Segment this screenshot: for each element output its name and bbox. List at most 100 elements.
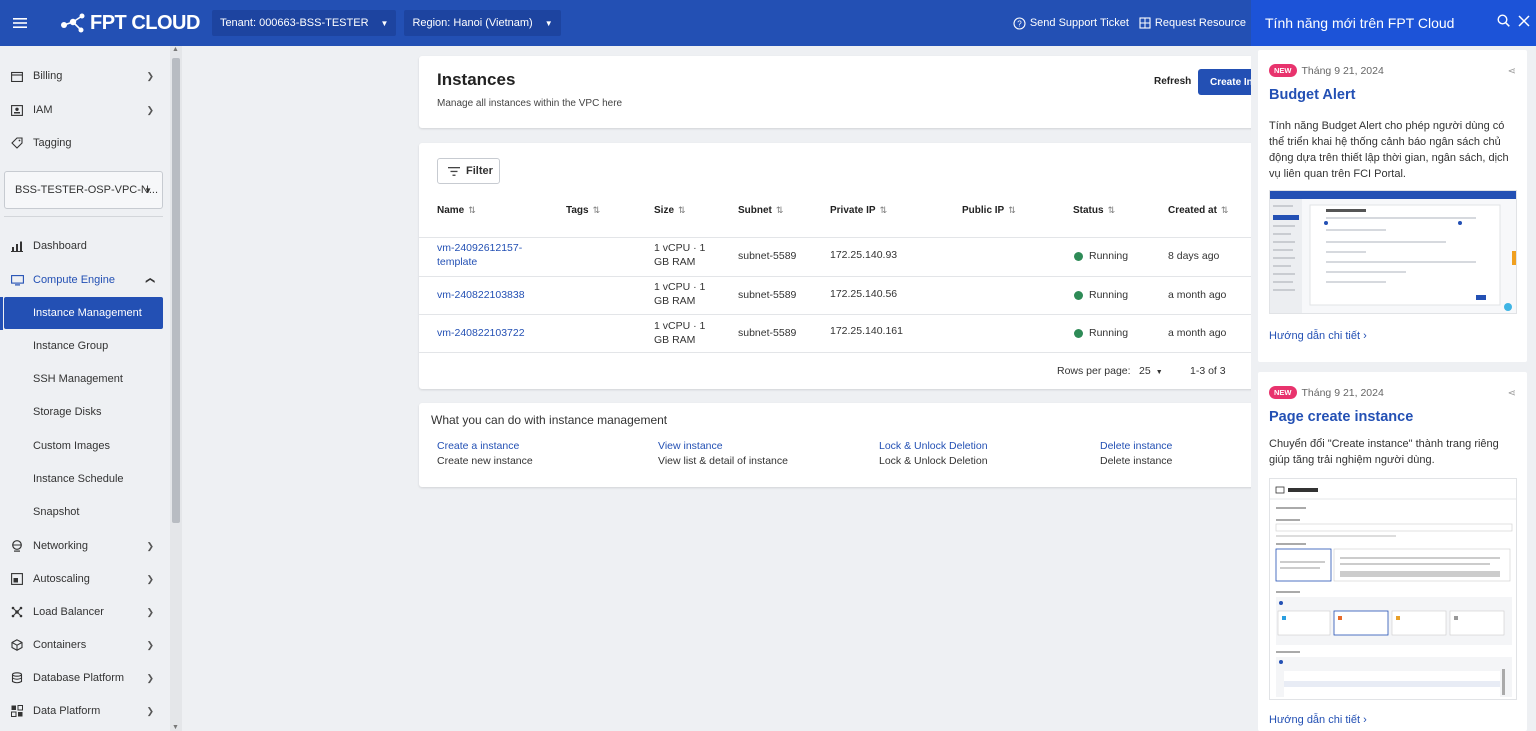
sidebar-item-autoscaling[interactable]: Autoscaling ❯ [0,566,168,592]
sidebar-item-load-balancer[interactable]: Load Balancer ❯ [0,599,168,625]
instance-name-link[interactable]: vm-24092612157- template [437,241,522,269]
caret-down-icon: ▼ [544,18,553,28]
chevron-down-icon: ❯ [146,705,154,716]
sidebar-item-containers[interactable]: Containers ❯ [0,632,168,658]
support-ticket-button[interactable]: ? Send Support Ticket [1013,16,1129,30]
size-line: 1 vCPU · 1 [654,320,706,332]
caret-down-icon: ▼ [144,185,152,195]
subnet-cell: subnet-5589 [738,327,797,339]
load-balancer-icon [10,605,24,619]
monitor-icon [10,273,24,287]
column-header-status[interactable]: Status ⇅ [1073,205,1115,216]
chevron-down-icon: ❯ [146,70,154,81]
sidebar-item-label: Instance Group [33,340,109,352]
delete-instance-link[interactable]: Delete instance [1100,440,1172,452]
column-header-size[interactable]: Size ⇅ [654,205,686,216]
action-description: Create new instance [437,455,533,467]
sidebar-divider [4,216,163,217]
sort-icon: ⇅ [879,205,888,215]
status-label: Running [1089,289,1129,301]
scroll-up-icon[interactable]: ▲ [172,46,179,53]
chevron-down-icon: ❯ [146,606,154,617]
region-select[interactable]: Region: Hanoi (Vietnam) ▼ [404,10,561,36]
sidebar-item-label: Networking [33,540,89,552]
column-header-name[interactable]: Name ⇅ [437,205,476,216]
sidebar-item-label: Data Platform [33,705,101,717]
whats-new-panel: Tính năng mới trên FPT Cloud NEW Tháng 9 … [1251,0,1536,731]
status-dot-icon [1074,251,1083,261]
news-meta: NEW Tháng 9 21, 2024 [1269,386,1384,399]
search-icon[interactable] [1497,14,1510,30]
scroll-down-icon[interactable]: ▼ [172,724,179,731]
column-header-public-ip[interactable]: Public IP ⇅ [962,205,1016,216]
sidebar-item-tagging[interactable]: Tagging [0,130,168,156]
sidebar-item-label: Billing [33,70,63,82]
private-ip-cell: 172.25.140.93 [830,249,898,261]
sidebar-item-instance-schedule[interactable]: Instance Schedule [4,463,163,495]
sort-icon: ⇅ [468,205,476,215]
panel-header-icons [1489,14,1530,30]
chevron-down-icon: ❯ [146,540,154,551]
create-instance-link[interactable]: Create a instance [437,440,519,452]
size-line: 1 vCPU · 1 [654,281,706,293]
project-label: BSS-TESTER-OSP-VPC-N... [15,184,159,196]
share-icon[interactable]: ⋖ [1508,388,1516,399]
created-cell: 8 days ago [1168,250,1220,262]
detail-guide-link[interactable]: Hướng dẫn chi tiết › [1269,330,1367,342]
news-screenshot-thumbnail[interactable] [1269,478,1517,700]
sidebar-scrollbar[interactable]: ▲ ▼ [170,46,182,731]
svg-text:?: ? [1017,19,1022,28]
sidebar-item-database-platform[interactable]: Database Platform ❯ [0,665,168,691]
sidebar-item-instance-group[interactable]: Instance Group [4,330,163,362]
news-date: Tháng 9 21, 2024 [1301,64,1384,77]
row-divider [419,352,1259,353]
sidebar-item-iam[interactable]: IAM ❯ [0,97,168,123]
pagination-range: 1-3 of 3 [1190,365,1226,377]
menu-icon[interactable] [0,0,40,46]
sort-icon: ⇅ [1008,205,1016,215]
sidebar-item-dashboard[interactable]: Dashboard [0,233,168,259]
refresh-button[interactable]: Refresh [1154,76,1191,87]
view-instance-link[interactable]: View instance [658,440,723,452]
project-select[interactable]: BSS-TESTER-OSP-VPC-N... ▼ [4,171,163,209]
sidebar-item-billing[interactable]: Billing ❯ [0,63,168,89]
sidebar-item-snapshot[interactable]: Snapshot [4,496,163,528]
news-title[interactable]: Budget Alert [1269,87,1355,103]
sidebar-item-ssh-management[interactable]: SSH Management [4,363,163,395]
sort-icon: ⇅ [775,205,784,215]
column-header-created-at[interactable]: Created at ⇅ [1168,205,1228,216]
chevron-down-icon: ❯ [146,672,154,683]
subnet-cell: subnet-5589 [738,250,797,262]
sidebar-item-label: Compute Engine [33,274,115,286]
rows-per-page-select[interactable]: 25 ▼ [1139,365,1163,377]
column-header-subnet[interactable]: Subnet ⇅ [738,205,783,216]
instance-name-link[interactable]: vm-240822103722 [437,326,525,340]
sidebar-item-data-platform[interactable]: Data Platform ❯ [0,698,168,724]
sidebar-item-custom-images[interactable]: Custom Images [4,430,163,462]
column-header-tags[interactable]: Tags ⇅ [566,205,600,216]
detail-guide-link[interactable]: Hướng dẫn chi tiết › [1269,714,1367,726]
news-date: Tháng 9 21, 2024 [1301,386,1384,399]
billing-icon [10,69,24,83]
lock-unlock-link[interactable]: Lock & Unlock Deletion [879,440,988,452]
fpt-logo-icon [61,13,85,33]
sidebar-item-storage-disks[interactable]: Storage Disks [4,396,163,428]
sidebar-item-networking[interactable]: Networking ❯ [0,533,168,559]
news-title[interactable]: Page create instance [1269,409,1413,425]
column-label: Size [654,205,675,216]
created-cell: a month ago [1168,289,1227,301]
scrollbar-thumb[interactable] [172,58,180,523]
tenant-select[interactable]: Tenant: 000663-BSS-TESTER ▼ [211,10,397,36]
news-screenshot-thumbnail[interactable] [1269,190,1517,314]
share-icon[interactable]: ⋖ [1508,66,1516,77]
instance-name-link[interactable]: vm-240822103838 [437,288,525,302]
rows-per-page-label: Rows per page: [1057,365,1131,377]
column-header-private-ip[interactable]: Private IP ⇅ [830,205,887,216]
sidebar-item-instance-management[interactable]: Instance Management [4,297,163,329]
request-resource-button[interactable]: Request Resource [1139,17,1246,29]
sidebar-item-label: Storage Disks [33,406,102,418]
sidebar-item-compute-engine[interactable]: Compute Engine ❯ [0,267,168,293]
close-icon[interactable] [1518,14,1530,30]
filter-button[interactable]: Filter [437,158,500,184]
brand-logo[interactable]: FPT CLOUD [60,12,200,35]
